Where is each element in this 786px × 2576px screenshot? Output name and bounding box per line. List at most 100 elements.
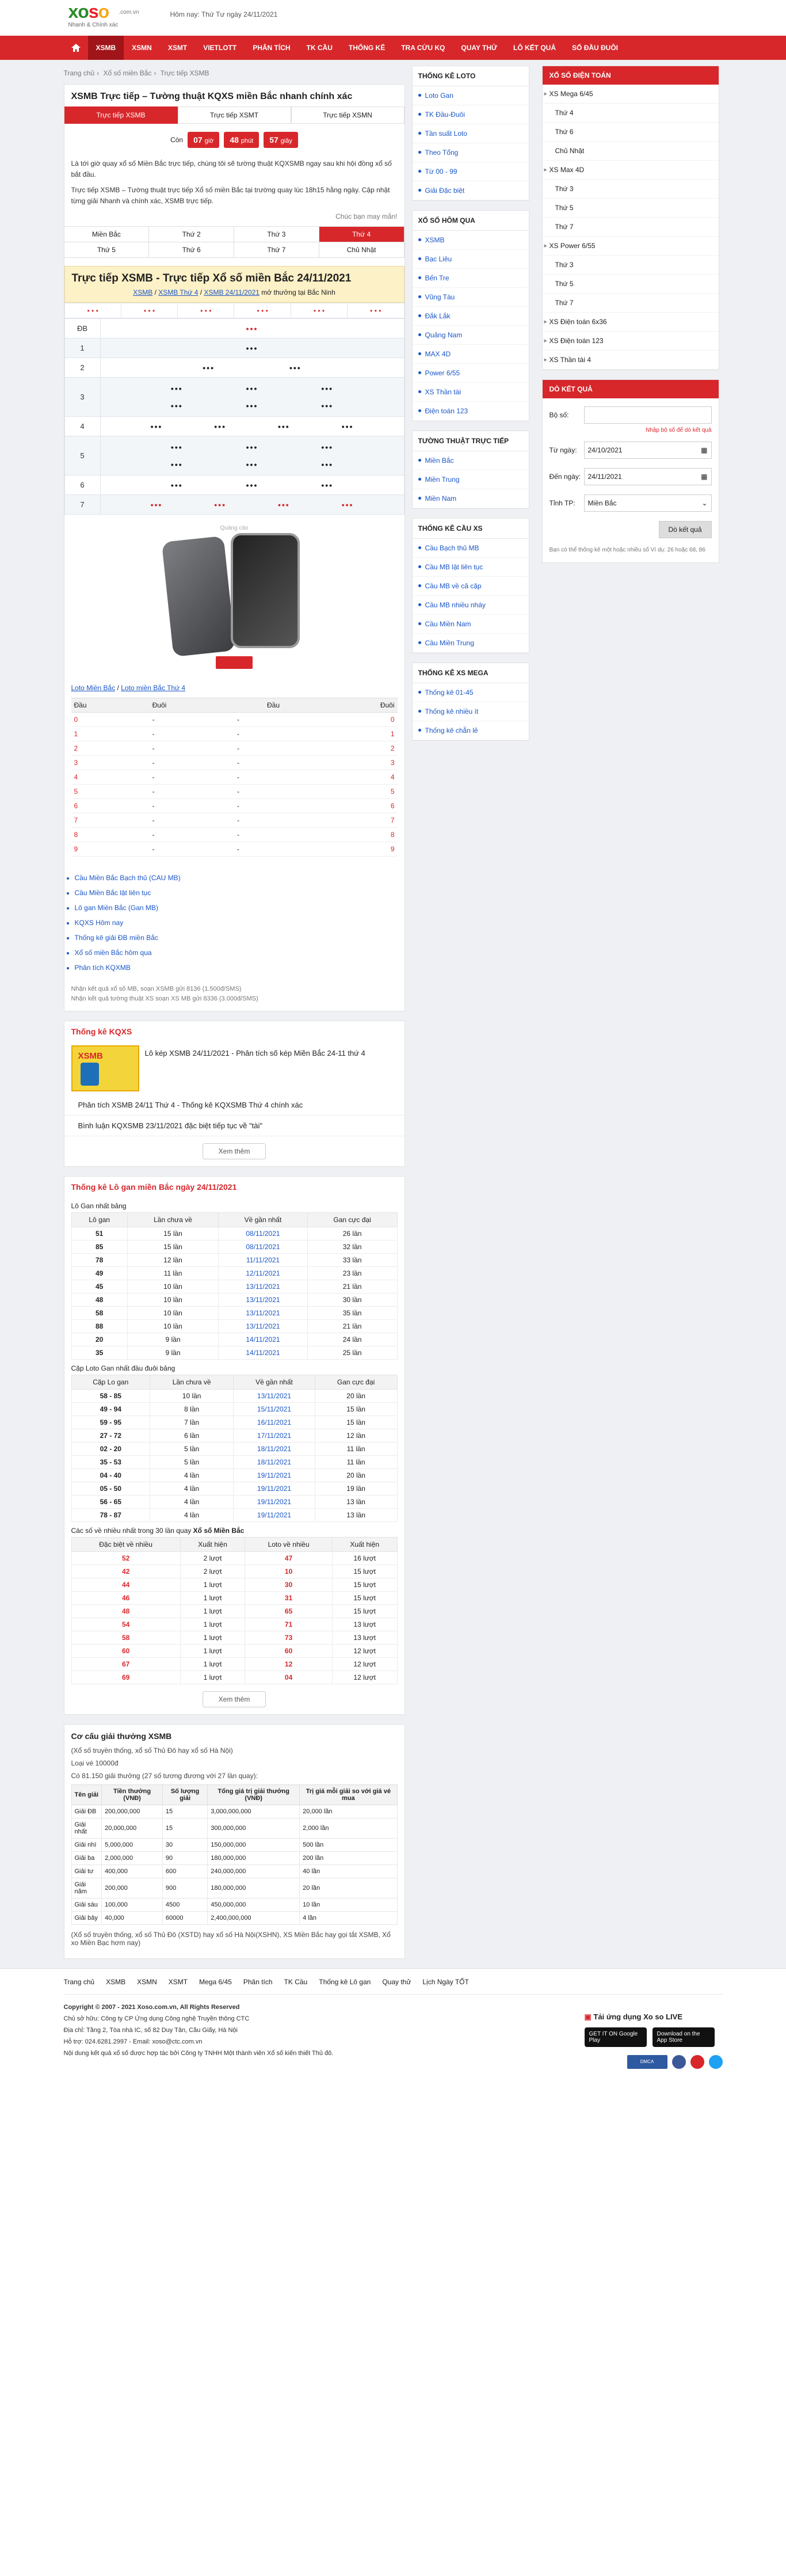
dien-toan-item[interactable]: Chủ Nhật <box>542 142 719 161</box>
footer-link[interactable]: XSMN <box>137 1978 157 1986</box>
tinh-tp-select[interactable]: Miền Bắc ⌄ <box>583 494 712 512</box>
dien-toan-item[interactable]: XS Max 4D <box>542 161 719 180</box>
sidebar-link[interactable]: XSMB <box>412 231 529 250</box>
footer-link[interactable]: XSMB <box>106 1978 125 1986</box>
sidebar-link[interactable]: Miền Bắc <box>412 451 529 470</box>
sidebar-link[interactable]: XS Thần tài <box>412 383 529 402</box>
breadcrumb-home[interactable]: Trang chủ <box>64 69 95 77</box>
sub-link-xsmb[interactable]: XSMB <box>133 288 152 296</box>
sidebar-link[interactable]: Cầu Miền Trung <box>412 634 529 653</box>
dmca-badge[interactable]: DMCA PROTECTED <box>627 2055 667 2078</box>
breadcrumb-mien-bac[interactable]: Xổ số miền Bắc <box>103 69 151 77</box>
link-cau-lat[interactable]: Cầu Miền Bắc lật liên tục <box>75 889 151 897</box>
dien-toan-item[interactable]: Thứ 3 <box>542 256 719 275</box>
footer-link[interactable]: Phân tích <box>243 1978 273 1986</box>
nav-quay-thu[interactable]: QUAY THỬ <box>453 36 505 60</box>
dien-toan-item[interactable]: XS Power 6/55 <box>542 237 719 256</box>
footer-link[interactable]: Quay thử <box>382 1978 411 1986</box>
google-play-button[interactable]: GET IT ON Google Play <box>584 2027 647 2047</box>
bo-so-input[interactable] <box>583 406 712 424</box>
sub-link-date[interactable]: XSMB 24/11/2021 <box>204 288 260 296</box>
sidebar-link[interactable]: Power 6/55 <box>412 364 529 383</box>
sidebar-link[interactable]: Giải Đặc biệt <box>412 181 529 200</box>
post-title[interactable]: Lô kép XSMB 24/11/2021 - Phân tích số ké… <box>145 1045 365 1091</box>
link-hom-qua[interactable]: Xổ số miền Bắc hôm qua <box>75 949 152 957</box>
sidebar-link[interactable]: Bạc Liêu <box>412 250 529 269</box>
day-thu-5[interactable]: Thứ 5 <box>64 242 150 258</box>
see-more-button[interactable]: Xem thêm <box>203 1691 266 1707</box>
footer-link[interactable]: Lịch Ngày TỐT <box>422 1978 468 1986</box>
nav-thong-ke[interactable]: THỐNG KÊ <box>341 36 393 60</box>
sidebar-link[interactable]: Điện toán 123 <box>412 402 529 421</box>
sidebar-link[interactable]: Loto Gan <box>412 86 529 105</box>
nav-xsmn[interactable]: XSMN <box>124 36 160 60</box>
nav-vietlott[interactable]: VIETLOTT <box>195 36 245 60</box>
dien-toan-item[interactable]: Thứ 6 <box>542 123 719 142</box>
nav-tra-cuu[interactable]: TRA CỨU KQ <box>393 36 453 60</box>
dien-toan-item[interactable]: Thứ 7 <box>542 294 719 313</box>
sidebar-link[interactable]: Cầu MB lật liên tục <box>412 558 529 577</box>
dien-toan-item[interactable]: Thứ 5 <box>542 275 719 294</box>
sidebar-link[interactable]: Thống kê chẵn lẻ <box>412 721 529 740</box>
sub-link-thu4[interactable]: XSMB Thứ 4 <box>158 288 198 296</box>
link-lo-gan[interactable]: Lô gan Miền Bắc (Gan MB) <box>75 904 158 912</box>
nav-phan-tich[interactable]: PHÂN TÍCH <box>245 36 298 60</box>
tab-truc-tiep-xsmn[interactable]: Trực tiếp XSMN <box>291 106 405 124</box>
footer-link[interactable]: Thống kê Lô gan <box>319 1978 371 1986</box>
youtube-icon[interactable] <box>690 2055 704 2069</box>
day-thu-7[interactable]: Thứ 7 <box>234 242 319 258</box>
sidebar-link[interactable]: Từ 00 - 99 <box>412 162 529 181</box>
do-ket-qua-button[interactable]: Dò kết quả <box>658 521 712 538</box>
link-cau-bach-thu[interactable]: Cầu Miền Bắc Bạch thủ (CAU MB) <box>75 874 181 882</box>
sidebar-link[interactable]: MAX 4D <box>412 345 529 364</box>
nav-xsmt[interactable]: XSMT <box>160 36 195 60</box>
sidebar-link[interactable]: Đắk Lắk <box>412 307 529 326</box>
see-more-button[interactable]: Xem thêm <box>203 1143 266 1159</box>
sidebar-link[interactable]: Tần suất Loto <box>412 124 529 143</box>
dien-toan-item[interactable]: XS Mega 6/45 <box>542 85 719 104</box>
sidebar-link[interactable]: Cầu Bạch thủ MB <box>412 539 529 558</box>
tab-truc-tiep-xsmt[interactable]: Trực tiếp XSMT <box>177 106 291 124</box>
post-link[interactable]: Phân tích XSMB 24/11 Thứ 4 - Thống kê KQ… <box>64 1095 405 1116</box>
footer-link[interactable]: Mega 6/45 <box>199 1978 232 1986</box>
den-ngay-input[interactable]: 24/11/2021 ▦ <box>583 468 712 485</box>
nav-tk-cau[interactable]: TK CẦU <box>299 36 341 60</box>
sidebar-link[interactable]: Vũng Tàu <box>412 288 529 307</box>
day-thu-4[interactable]: Thứ 4 <box>319 227 405 242</box>
sidebar-link[interactable]: Quảng Nam <box>412 326 529 345</box>
post-item[interactable]: XSMB Lô kép XSMB 24/11/2021 - Phân tích … <box>64 1042 405 1095</box>
loto-mien-bac-link[interactable]: Loto Miền Bắc <box>71 684 116 692</box>
dien-toan-item[interactable]: Thứ 3 <box>542 180 719 199</box>
sidebar-link[interactable]: Miền Nam <box>412 489 529 508</box>
breadcrumb-current[interactable]: Trực tiếp XSMB <box>161 69 209 77</box>
nav-xsmb[interactable]: XSMB <box>87 36 124 60</box>
dien-toan-item[interactable]: XS Điện toán 6x36 <box>542 313 719 332</box>
tu-ngay-input[interactable]: 24/10/2021 ▦ <box>583 442 712 459</box>
twitter-icon[interactable] <box>708 2055 723 2069</box>
sidebar-link[interactable]: Miền Trung <box>412 470 529 489</box>
sidebar-link[interactable]: Cầu MB nhiều nháy <box>412 596 529 615</box>
sidebar-link[interactable]: Thống kê 01-45 <box>412 683 529 702</box>
site-logo[interactable]: xoso .com.vn Nhanh & Chính xác <box>68 2 139 32</box>
facebook-icon[interactable] <box>671 2055 686 2069</box>
home-icon[interactable] <box>64 36 88 60</box>
day-thu-3[interactable]: Thứ 3 <box>234 227 319 242</box>
nav-lo-ket-qua[interactable]: LÔ KẾT QUẢ <box>505 36 564 60</box>
dien-toan-item[interactable]: Thứ 5 <box>542 199 719 218</box>
app-store-button[interactable]: Download on the App Store <box>652 2027 715 2047</box>
dien-toan-item[interactable]: XS Điện toán 123 <box>542 332 719 351</box>
day-thu-2[interactable]: Thứ 2 <box>149 227 234 242</box>
sidebar-link[interactable]: Cầu MB về cả cặp <box>412 577 529 596</box>
dien-toan-item[interactable]: Thứ 7 <box>542 218 719 237</box>
footer-link[interactable]: Trang chủ <box>64 1978 95 1986</box>
dien-toan-item[interactable]: XS Thần tài 4 <box>542 351 719 370</box>
day-chu-nhat[interactable]: Chủ Nhật <box>319 242 405 258</box>
sidebar-link[interactable]: Theo Tổng <box>412 143 529 162</box>
tab-truc-tiep-xsmb[interactable]: Trực tiếp XSMB <box>64 106 178 124</box>
loto-thu4-link[interactable]: Loto miền Bắc Thứ 4 <box>121 684 185 692</box>
link-giai-db[interactable]: Thống kê giải ĐB miền Bắc <box>75 934 158 942</box>
sidebar-link[interactable]: Cầu Miền Nam <box>412 615 529 634</box>
day-mien-bac[interactable]: Miền Bắc <box>64 227 150 242</box>
link-kqxs-hom-nay[interactable]: KQXS Hôm nay <box>75 919 124 927</box>
nav-so-dau-duoi[interactable]: SỔ ĐẦU ĐUÔI <box>564 36 626 60</box>
